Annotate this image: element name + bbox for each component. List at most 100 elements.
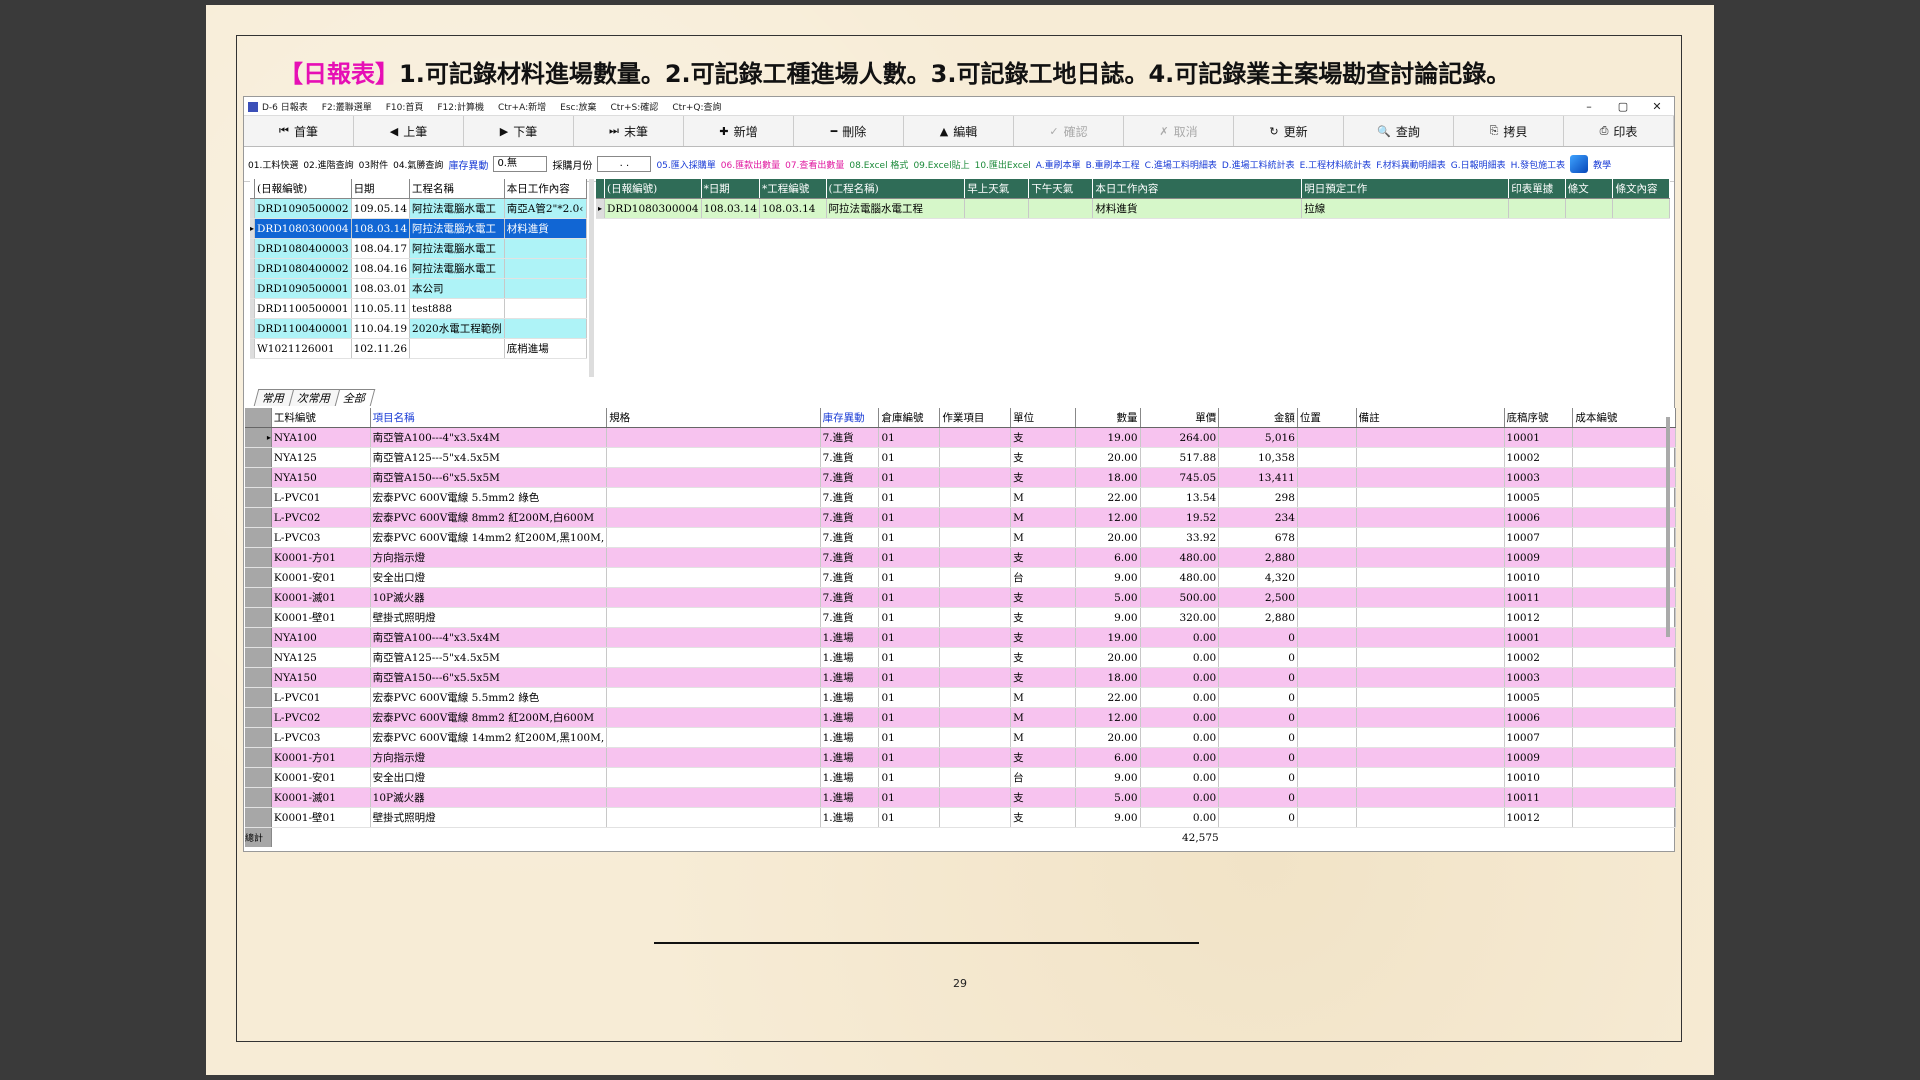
table-cell[interactable]: 宏泰PVC 600V電線 8mm2 紅200M,白600M <box>370 707 608 728</box>
row-header[interactable] <box>245 787 272 808</box>
table-cell[interactable]: 18.00 <box>1075 467 1141 488</box>
table-cell[interactable]: 南亞管A125---5"x4.5x5M <box>370 647 608 668</box>
row-header[interactable] <box>245 727 272 748</box>
cell-date[interactable]: 108.03.01 <box>351 278 411 299</box>
link-export-excel[interactable]: 10.匯出Excel <box>975 158 1031 171</box>
cell-id[interactable]: DRD1090500001 <box>254 278 352 299</box>
table-cell[interactable]: 1.進場 <box>820 707 880 728</box>
table-cell[interactable]: K0001-安01 <box>271 767 371 788</box>
cell-date[interactable]: 108.04.16 <box>351 258 411 279</box>
table-cell[interactable]: M <box>1010 507 1076 528</box>
table-cell[interactable] <box>1572 627 1676 648</box>
table-cell[interactable]: 0.00 <box>1140 627 1220 648</box>
table-cell[interactable] <box>606 807 821 828</box>
table-cell[interactable] <box>1356 447 1505 468</box>
column-header[interactable]: 成本編號 <box>1572 408 1676 428</box>
table-cell[interactable]: 安全出口燈 <box>370 567 608 588</box>
column-header[interactable]: (日報編號) <box>254 179 352 199</box>
table-cell[interactable] <box>1297 547 1357 568</box>
cell-id[interactable]: DRD1080400003 <box>254 238 352 259</box>
table-cell[interactable]: 阿拉法電腦水電工程 <box>826 198 966 219</box>
print-button[interactable]: ⎙ 印表 <box>1564 116 1674 146</box>
table-cell[interactable] <box>1572 567 1676 588</box>
column-header[interactable]: 條文內容 <box>1612 179 1670 199</box>
table-cell[interactable]: 01 <box>878 467 941 488</box>
table-cell[interactable] <box>1572 747 1676 768</box>
table-cell[interactable]: 13,411 <box>1218 467 1298 488</box>
table-cell[interactable] <box>1572 467 1676 488</box>
table-cell[interactable]: 5,016 <box>1218 427 1298 448</box>
cell-name[interactable]: 2020水電工程範例 <box>409 318 505 339</box>
table-cell[interactable]: 南亞管A100---4"x3.5x4M <box>370 627 608 648</box>
table-cell[interactable]: 10002 <box>1504 447 1574 468</box>
table-row[interactable]: ▸ DRD1080300004 108.03.14 阿拉法電腦水電工 材料進貨 <box>250 218 587 239</box>
cell-id[interactable]: W1021126001 <box>254 338 352 359</box>
table-cell[interactable]: 10006 <box>1504 507 1574 528</box>
table-cell[interactable]: 19.00 <box>1075 427 1141 448</box>
table-cell[interactable]: 5.00 <box>1075 587 1141 608</box>
table-cell[interactable]: 01 <box>878 767 941 788</box>
table-cell[interactable]: 12.00 <box>1075 707 1141 728</box>
table-cell[interactable]: NYA100 <box>271 427 371 448</box>
link-advanced-query[interactable]: 02.進階查詢 <box>303 158 353 171</box>
table-cell[interactable]: 4,320 <box>1218 567 1298 588</box>
table-cell[interactable]: 01 <box>878 627 941 648</box>
table-cell[interactable]: 10P滅火器 <box>370 787 608 808</box>
table-cell[interactable]: 方向指示燈 <box>370 747 608 768</box>
row-header[interactable] <box>245 767 272 788</box>
table-cell[interactable]: 7.進貨 <box>820 527 880 548</box>
link-attachment[interactable]: 03附件 <box>359 158 388 171</box>
table-row[interactable]: DRD1100500001 110.05.11 test888 <box>250 298 587 319</box>
table-cell[interactable]: 22.00 <box>1075 487 1141 508</box>
row-header[interactable] <box>245 607 272 628</box>
table-cell[interactable]: 264.00 <box>1140 427 1220 448</box>
table-cell[interactable] <box>939 747 1012 768</box>
table-cell[interactable]: K0001-方01 <box>271 547 371 568</box>
table-cell[interactable]: 7.進貨 <box>820 607 880 628</box>
cell-id[interactable]: DRD1100400001 <box>254 318 352 339</box>
table-row[interactable]: L-PVC01 宏泰PVC 600V電線 5.5mm2 綠色 1.進場 01 M 22.0… <box>245 687 1676 708</box>
table-cell[interactable] <box>939 507 1012 528</box>
table-cell[interactable] <box>1572 487 1676 508</box>
table-cell[interactable] <box>1565 198 1614 219</box>
column-header[interactable]: 金額 <box>1218 408 1298 428</box>
table-cell[interactable]: 1.進場 <box>820 667 880 688</box>
table-cell[interactable]: L-PVC01 <box>271 687 371 708</box>
table-cell[interactable] <box>1297 647 1357 668</box>
table-cell[interactable] <box>606 627 821 648</box>
table-cell[interactable] <box>1572 807 1676 828</box>
column-header[interactable]: (日報編號) <box>604 179 702 199</box>
table-cell[interactable]: 10P滅火器 <box>370 587 608 608</box>
row-header[interactable] <box>245 627 272 648</box>
table-cell[interactable]: 19.52 <box>1140 507 1220 528</box>
table-cell[interactable] <box>1028 198 1094 219</box>
table-cell[interactable]: M <box>1010 527 1076 548</box>
table-cell[interactable] <box>1572 727 1676 748</box>
table-row[interactable]: W1021126001 102.11.26 底梢進場 <box>250 338 587 359</box>
column-header[interactable]: 條文 <box>1565 179 1614 199</box>
table-cell[interactable] <box>1572 647 1676 668</box>
link-daily-detail[interactable]: G.日報明細表 <box>1451 158 1506 171</box>
table-cell[interactable]: 宏泰PVC 600V電線 14mm2 紅200M,黑100M, <box>370 727 608 748</box>
row-header[interactable] <box>245 487 272 508</box>
table-cell[interactable]: 支 <box>1010 587 1076 608</box>
table-cell[interactable]: 0.00 <box>1140 787 1220 808</box>
table-cell[interactable]: 01 <box>878 787 941 808</box>
cell-name[interactable]: 阿拉法電腦水電工 <box>409 258 505 279</box>
table-cell[interactable] <box>606 607 821 628</box>
link-subcontract[interactable]: H.發包施工表 <box>1511 158 1565 171</box>
table-cell[interactable] <box>606 647 821 668</box>
table-cell[interactable] <box>606 787 821 808</box>
table-cell[interactable] <box>606 767 821 788</box>
table-cell[interactable] <box>939 807 1012 828</box>
row-header[interactable] <box>245 667 272 688</box>
table-cell[interactable]: NYA125 <box>271 647 371 668</box>
cell-work[interactable] <box>504 298 587 319</box>
cell-date[interactable]: 108.03.14 <box>351 218 411 239</box>
table-cell[interactable]: 10001 <box>1504 627 1574 648</box>
table-cell[interactable]: 01 <box>878 427 941 448</box>
table-cell[interactable]: 7.進貨 <box>820 447 880 468</box>
link-quick-pick[interactable]: 01.工料快選 <box>248 158 298 171</box>
table-cell[interactable] <box>1297 447 1357 468</box>
link-refresh-sheet[interactable]: A.重刷本單 <box>1036 158 1081 171</box>
